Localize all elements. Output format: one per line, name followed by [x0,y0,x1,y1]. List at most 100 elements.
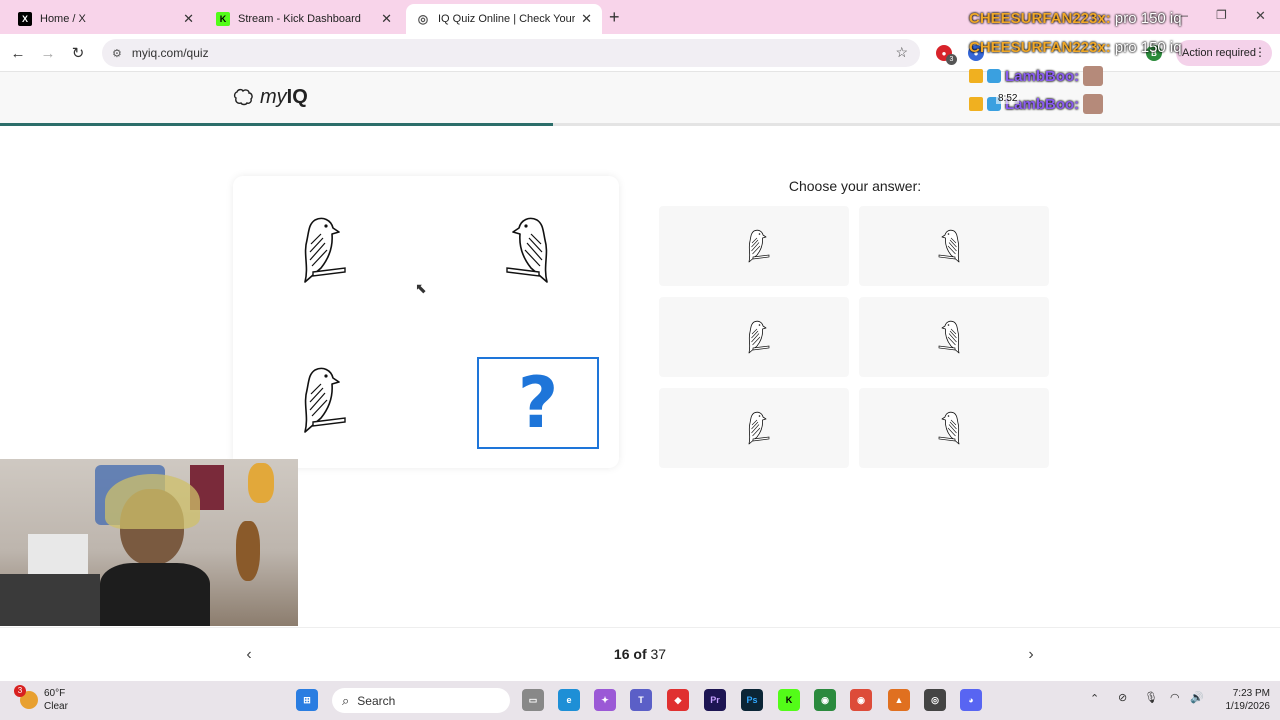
logo-prefix: my [260,86,287,108]
total-questions: 37 [650,646,667,662]
restore-icon[interactable]: ❐ [1216,8,1227,22]
weather-desc: Clear [44,701,68,712]
weather-temp: 60°F [44,688,66,699]
bird-figure [938,411,960,445]
bird-figure [748,411,770,445]
close-window-icon[interactable]: ✕ [1255,8,1266,24]
chat-message: pro 150 iq [1114,10,1182,27]
cat-emote-icon [1083,94,1104,114]
current-question: 16 [613,646,630,662]
clock-date: 1/19/2026 [1225,701,1271,712]
brain-icon [233,88,253,105]
forward-icon[interactable]: → [37,42,59,64]
bird-figure [938,320,960,354]
crown-badge-icon [969,69,983,83]
tab-kick-dashboard[interactable]: K Stream - Kick Dashboard ✕ [206,4,402,34]
x-logo-icon: X [18,12,32,26]
crown-badge-icon [969,97,983,111]
question-counter: 16 of 37 [560,646,720,662]
extension-badge: 3 [946,54,957,65]
copilot-icon[interactable]: ✦ [594,689,616,711]
chat-user: CHEESURFAN223x: [969,10,1111,27]
reload-icon[interactable]: ↻ [67,42,89,64]
tab-title: IQ Quiz Online | Check Your IQ [438,13,576,25]
chat-line: CHEESURFAN223x: pro 150 iq [969,10,1182,27]
teams-icon[interactable]: T [630,689,652,711]
of-label: of [633,646,647,662]
cat-emote-icon [1083,66,1104,86]
tab-title: Home / X [40,13,86,25]
chat-line: LambBoo: [969,94,1104,114]
chat-message: pro 150 iq [1114,39,1182,56]
next-arrow-icon[interactable]: › [1020,644,1042,666]
myiq-logo[interactable]: myIQ [232,86,308,109]
answer-option-3[interactable] [659,297,849,377]
chat-line: CHEESURFAN223x: pro 150 iq [969,39,1182,56]
volume-icon[interactable]: 🔊 [1190,691,1204,704]
weather-badge: 3 [14,685,26,697]
start-icon[interactable]: ⊞ [296,689,318,711]
answer-option-2[interactable] [859,206,1049,286]
globe-icon: ◎ [417,12,429,26]
back-icon[interactable]: ← [7,42,29,64]
obs-icon[interactable]: ◎ [924,689,946,711]
chevron-up-icon[interactable]: ⌃ [1090,692,1099,705]
weather-widget[interactable]: 3 60°F Clear [14,685,68,713]
microphone-icon[interactable]: 🎙 [1144,691,1158,704]
url-text: myiq.com/quiz [131,46,209,60]
answer-option-1[interactable] [659,206,849,286]
photoshop-icon[interactable]: Ps [741,689,763,711]
action-required-button[interactable]: Action required ⋮ [1176,40,1272,66]
taskbar-clock[interactable]: 7:23 PM 1/19/2026 [1214,687,1271,713]
taskbar-search[interactable]: ⌕ Search [332,688,510,713]
tab-home-x[interactable]: X Home / X ✕ [8,4,204,34]
clock-time: 7:23 PM [1232,688,1270,699]
new-tab-button[interactable]: + [609,7,620,28]
address-bar[interactable]: ⚙ myiq.com/quiz ☆ [102,39,920,67]
answer-option-6[interactable] [859,388,1049,468]
bird-figure [748,229,770,263]
mouse-cursor-icon: ⬉ [415,280,427,296]
bird-figure [304,217,346,283]
task-view-icon[interactable]: ▭ [522,689,544,711]
answer-option-5[interactable] [659,388,849,468]
app-icon[interactable]: ▲ [888,689,910,711]
moon-weather-icon: 3 [14,685,38,709]
kick-icon[interactable]: K [778,689,800,711]
puzzle-cell-3 [260,345,370,455]
choose-answer-label: Choose your answer: [788,178,922,194]
close-icon[interactable]: ✕ [581,11,592,27]
bird-figure [748,320,770,354]
bookmark-star-icon[interactable]: ☆ [895,44,908,61]
puzzle-cell-2 [482,195,592,305]
bird-figure [304,367,346,433]
menu-dots-icon[interactable]: ⋮ [1254,45,1266,59]
chat-line: LambBoo: [969,66,1104,86]
progress-fill [0,123,553,126]
close-icon[interactable]: ✕ [381,11,392,27]
premiere-icon[interactable]: Pr [704,689,726,711]
edge-icon[interactable]: e [558,689,580,711]
puzzle-cell-1 [260,195,370,305]
action-required-label: Action required [1182,47,1256,59]
wifi-icon[interactable]: ◠ [1170,691,1180,704]
app-icon[interactable]: ◆ [667,689,689,711]
bird-figure [506,217,548,283]
close-icon[interactable]: ✕ [183,11,194,27]
kick-logo-icon: K [216,12,230,26]
network-off-icon[interactable]: ⊘ [1118,691,1127,704]
chrome-profile-icon[interactable]: ◉ [814,689,836,711]
tab-iq-quiz[interactable]: ◎ IQ Quiz Online | Check Your IQ ✕ [406,4,602,34]
site-info-icon[interactable]: ⚙ [112,47,122,60]
answer-option-4[interactable] [859,297,1049,377]
chrome-icon[interactable]: ◉ [850,689,872,711]
previous-arrow-icon[interactable]: ‹ [238,644,260,666]
tab-title: Stream - Kick Dashboard [238,13,361,25]
chat-user: LambBoo: [1005,67,1080,85]
search-label: Search [357,693,396,708]
discord-icon[interactable]: ◕ [960,689,982,711]
overlay-timer: 8:52 [996,93,1020,104]
webcam-overlay [0,459,298,626]
question-mark: ? [517,362,559,444]
gem-badge-icon [987,69,1001,83]
